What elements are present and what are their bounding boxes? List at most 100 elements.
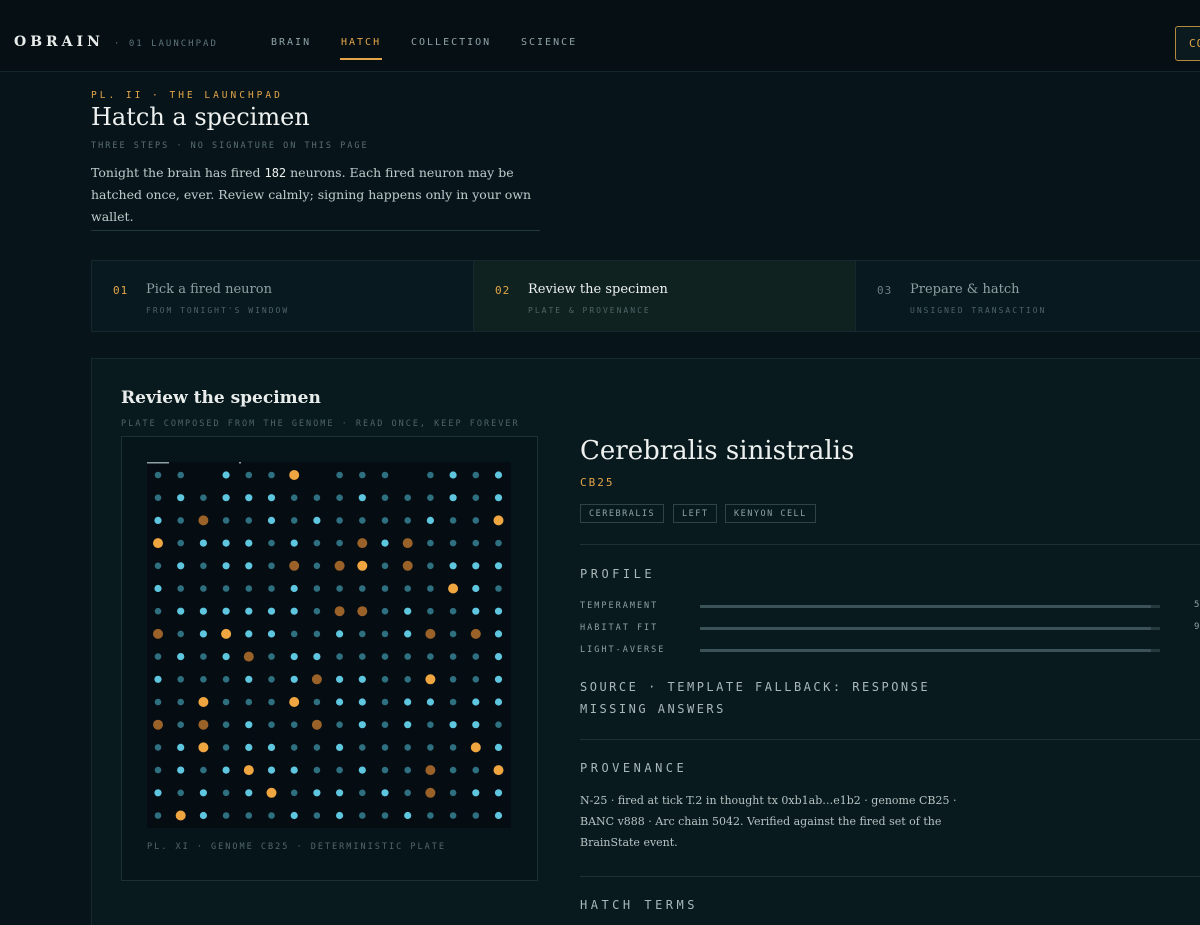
brand-logo[interactable]: OBRAIN bbox=[14, 34, 104, 50]
trait-habitat-value: 9 bbox=[1194, 622, 1200, 632]
plate-dot bbox=[449, 562, 457, 570]
tag-kenyon-cell: KENYON CELL bbox=[725, 504, 816, 523]
plate-dot bbox=[199, 811, 207, 820]
tag-left: LEFT bbox=[673, 504, 718, 523]
plate-dot bbox=[358, 766, 366, 774]
plate-dot bbox=[336, 698, 344, 706]
plate-dot bbox=[359, 812, 366, 819]
plate-dot bbox=[243, 651, 254, 662]
plate-dot bbox=[494, 494, 503, 502]
plate-dot bbox=[154, 766, 162, 774]
intro-text: Tonight the brain has fired 182 neurons.… bbox=[91, 162, 541, 228]
plate-dot bbox=[290, 766, 298, 774]
plate-dot bbox=[177, 607, 185, 615]
plate-dot bbox=[313, 812, 321, 819]
plate-dot bbox=[245, 471, 253, 479]
plate-dot bbox=[154, 789, 162, 797]
plate-dot bbox=[449, 789, 457, 797]
trait-light-averse-label: LIGHT-AVERSE bbox=[580, 645, 666, 655]
nav-science[interactable]: SCIENCE bbox=[521, 37, 577, 48]
plate-dot bbox=[425, 628, 436, 639]
step-subtitle: FROM TONIGHT'S WINDOW bbox=[146, 306, 290, 315]
plate-dot bbox=[313, 630, 321, 638]
plate-dot bbox=[198, 515, 209, 526]
step-prepare-hatch[interactable]: 03 Prepare & hatch UNSIGNED TRANSACTION bbox=[856, 261, 1200, 331]
plate-dot bbox=[313, 789, 321, 797]
plate-dot bbox=[268, 471, 275, 479]
plate-dot bbox=[154, 675, 162, 683]
plate-dot bbox=[472, 766, 480, 774]
plate-dot bbox=[200, 766, 207, 774]
trait-temperament-value: 5 bbox=[1194, 600, 1200, 610]
plate-dot bbox=[290, 584, 298, 593]
plate-dot bbox=[153, 719, 163, 730]
intro-before: Tonight the brain has fired bbox=[91, 165, 265, 180]
plate-dot bbox=[404, 607, 412, 615]
plate-dot bbox=[200, 653, 207, 660]
plate-dot bbox=[245, 494, 253, 502]
plate-dot bbox=[268, 698, 275, 706]
plate-dot bbox=[359, 517, 366, 524]
profile-source-note: SOURCE · TEMPLATE FALLBACK: RESPONSE MIS… bbox=[580, 680, 931, 716]
nav-collection[interactable]: COLLECTION bbox=[411, 37, 491, 48]
connect-wallet-button[interactable]: CO bbox=[1175, 26, 1200, 61]
plate-dot bbox=[336, 721, 343, 728]
plate-dot bbox=[359, 744, 366, 751]
plate-dot bbox=[472, 653, 480, 660]
nav-hatch[interactable]: HATCH bbox=[341, 37, 381, 48]
plate-dot bbox=[449, 721, 457, 729]
plate-dot bbox=[153, 628, 163, 639]
plate-dot bbox=[245, 585, 253, 592]
plate-dot bbox=[427, 812, 434, 819]
plate-dot bbox=[177, 539, 184, 547]
plate-dot bbox=[222, 789, 230, 797]
plate-dot bbox=[336, 766, 343, 774]
plate-dot bbox=[381, 789, 389, 797]
plate-dot bbox=[404, 494, 412, 501]
plate-dot bbox=[359, 789, 366, 797]
plate-dot bbox=[357, 538, 368, 549]
plate-dot bbox=[472, 676, 480, 683]
plate-dot bbox=[359, 585, 366, 592]
step-review-specimen[interactable]: 02 Review the specimen PLATE & PROVENANC… bbox=[474, 261, 856, 331]
plate-dot bbox=[245, 743, 253, 751]
plate-dot bbox=[470, 742, 481, 753]
plate-dot bbox=[289, 560, 300, 571]
plate-dot bbox=[427, 471, 434, 479]
plate-dot bbox=[449, 812, 457, 819]
plate-dot bbox=[404, 630, 412, 638]
plate-dot bbox=[313, 744, 321, 751]
plate-dot bbox=[177, 676, 184, 683]
plate-dot bbox=[336, 743, 344, 751]
plate-dot bbox=[381, 517, 389, 524]
plate-dot bbox=[154, 653, 162, 660]
plate-dot bbox=[449, 471, 457, 479]
plate-dot bbox=[494, 675, 503, 683]
step-pick-neuron[interactable]: 01 Pick a fired neuron FROM TONIGHT'S WI… bbox=[92, 261, 474, 331]
plate-dot bbox=[222, 607, 230, 615]
plate-dot bbox=[177, 766, 185, 774]
fired-count: 182 bbox=[264, 166, 287, 180]
plate-dot bbox=[336, 653, 343, 660]
plate-dot bbox=[494, 789, 503, 797]
plate-dot bbox=[404, 766, 412, 774]
plate-dot bbox=[222, 744, 230, 751]
nav-brain[interactable]: BRAIN bbox=[271, 37, 311, 48]
plate-dot bbox=[449, 607, 457, 615]
plate-mark bbox=[147, 462, 169, 464]
plate-dot bbox=[472, 607, 480, 615]
plate-dot bbox=[404, 585, 412, 592]
plate-dot bbox=[427, 653, 434, 660]
plate-dot bbox=[381, 721, 389, 728]
plate-dot bbox=[245, 789, 253, 797]
plate-dot bbox=[177, 630, 184, 638]
plate-dot bbox=[267, 494, 276, 502]
review-subtitle: PLATE COMPOSED FROM THE GENOME · READ ON… bbox=[121, 419, 520, 429]
plate-dot bbox=[153, 538, 163, 549]
plate-dot bbox=[313, 494, 321, 501]
plate-dot bbox=[154, 584, 162, 593]
plate-dot bbox=[334, 560, 345, 571]
plate-mark bbox=[239, 462, 241, 464]
plate-dot bbox=[402, 560, 413, 571]
plate-dot bbox=[267, 743, 276, 751]
